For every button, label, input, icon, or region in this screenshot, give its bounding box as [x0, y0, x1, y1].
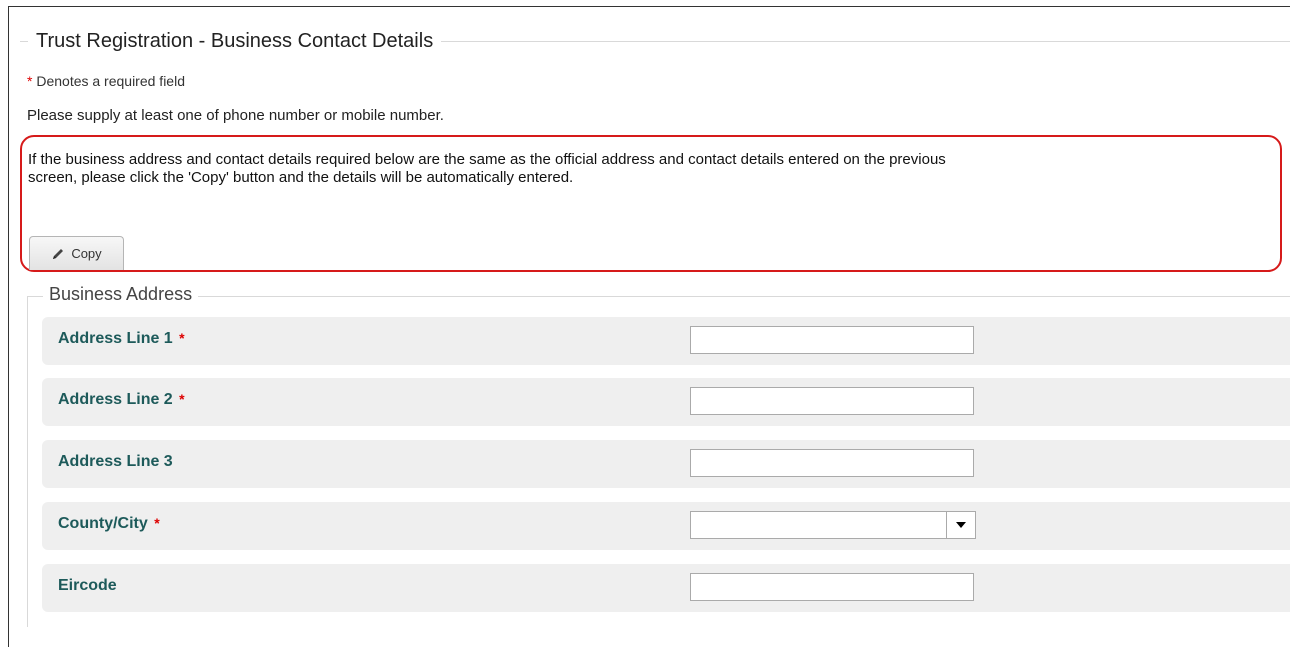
county-city-label: County/City *: [58, 515, 160, 533]
address-line-3-input[interactable]: [690, 449, 974, 477]
pencil-icon: [51, 247, 65, 261]
eircode-label-text: Eircode: [58, 577, 117, 594]
address-line-3-row: Address Line 3: [42, 440, 1290, 488]
copy-button[interactable]: Copy: [29, 236, 124, 270]
page-title: Trust Registration - Business Contact De…: [28, 28, 442, 54]
chevron-down-icon: [956, 522, 966, 528]
required-star: *: [179, 391, 185, 407]
required-note-text: Denotes a required field: [36, 73, 185, 89]
address-line-1-label: Address Line 1 *: [58, 330, 185, 348]
address-line-1-label-text: Address Line 1: [58, 330, 173, 347]
address-line-1-input[interactable]: [690, 326, 974, 354]
copy-instruction: If the business address and contact deta…: [28, 151, 1278, 187]
eircode-row: Eircode: [42, 564, 1290, 612]
address-line-2-label: Address Line 2 *: [58, 391, 185, 409]
county-city-select[interactable]: [690, 511, 976, 539]
copy-instruction-line-1: If the business address and contact deta…: [28, 151, 946, 168]
address-line-3-label: Address Line 3: [58, 453, 173, 471]
required-star: *: [179, 330, 185, 346]
county-city-row: County/City *: [42, 502, 1290, 550]
eircode-input[interactable]: [690, 573, 974, 601]
copy-details-panel: If the business address and contact deta…: [20, 135, 1282, 272]
page-header: Trust Registration - Business Contact De…: [20, 28, 1290, 54]
required-star: *: [27, 73, 33, 89]
required-star: *: [154, 515, 160, 531]
business-address-legend: Business Address: [43, 284, 199, 305]
address-line-2-row: Address Line 2 *: [42, 378, 1290, 426]
select-dropdown-button[interactable]: [946, 512, 975, 538]
county-city-label-text: County/City: [58, 515, 148, 532]
required-field-note: * Denotes a required field: [27, 73, 185, 89]
copy-button-label: Copy: [71, 246, 102, 261]
address-line-2-input[interactable]: [690, 387, 974, 415]
copy-instruction-line-2: screen, please click the 'Copy' button a…: [28, 169, 574, 186]
address-line-1-row: Address Line 1 *: [42, 317, 1290, 365]
phone-requirement-note: Please supply at least one of phone numb…: [27, 107, 444, 124]
address-line-2-label-text: Address Line 2: [58, 391, 173, 408]
eircode-label: Eircode: [58, 577, 117, 595]
address-line-3-label-text: Address Line 3: [58, 453, 173, 470]
